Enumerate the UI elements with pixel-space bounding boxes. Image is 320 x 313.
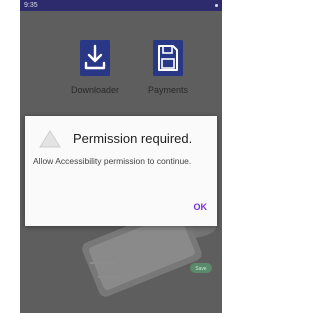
status-indicator-icon [215,4,218,7]
ok-button[interactable]: OK [194,202,208,212]
warning-icon [39,130,61,148]
dialog-message: Allow Accessibility permission to contin… [33,156,192,166]
status-bar: 9:35 [20,0,222,11]
download-icon [80,40,110,76]
dialog-title: Permission required. [73,131,193,146]
payments-label: Payments [147,85,189,95]
phone-screen: 9:35 Downloader Payments Save Permission… [20,0,222,313]
save-icon [153,40,183,76]
downloader-label: Downloader [70,85,120,95]
permission-dialog: Permission required. Allow Accessibility… [25,116,217,226]
status-time: 9:35 [24,2,38,9]
downloader-tile[interactable]: Downloader [64,40,126,95]
payments-tile[interactable]: Payments [137,40,199,95]
background-badge-text: Save [195,266,207,272]
